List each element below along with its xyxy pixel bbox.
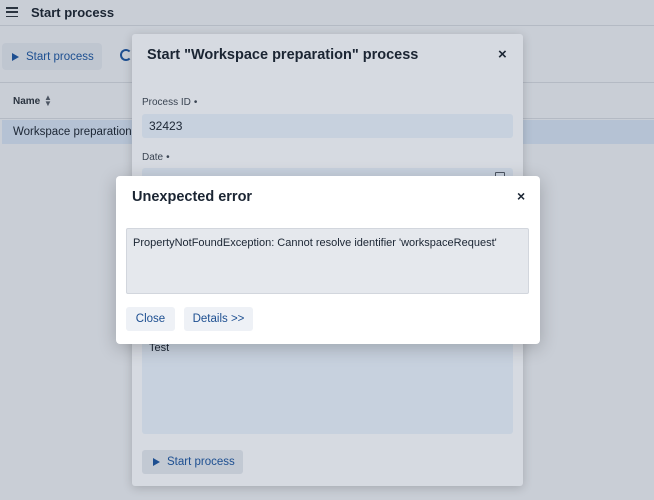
error-close-icon[interactable]: × bbox=[517, 188, 525, 204]
details-button[interactable]: Details >> bbox=[184, 307, 253, 331]
hamburger-icon[interactable] bbox=[6, 7, 18, 18]
refresh-icon[interactable] bbox=[120, 49, 132, 61]
error-dialog: Unexpected error × PropertyNotFoundExcep… bbox=[116, 176, 540, 344]
error-title: Unexpected error bbox=[132, 189, 253, 205]
top-bar: Start process bbox=[0, 0, 654, 26]
dialog-title: Start "Workspace preparation" process bbox=[147, 47, 419, 63]
start-process-button[interactable]: Start process bbox=[2, 43, 102, 70]
date-label: Date • bbox=[142, 152, 170, 163]
process-id-input[interactable]: 32423 bbox=[142, 114, 513, 138]
column-header-name[interactable]: Name bbox=[13, 96, 40, 107]
process-id-label: Process ID • bbox=[142, 97, 198, 108]
row-name: Workspace preparation bbox=[13, 126, 132, 138]
error-message: PropertyNotFoundException: Cannot resolv… bbox=[126, 228, 529, 294]
play-icon bbox=[12, 52, 19, 61]
required-marker: • bbox=[166, 152, 170, 163]
start-process-label: Start process bbox=[26, 50, 94, 63]
sort-icon[interactable]: ▲ ▼ bbox=[44, 94, 52, 108]
required-marker: • bbox=[193, 97, 198, 108]
dialog-close-icon[interactable]: × bbox=[498, 46, 507, 63]
page-title: Start process bbox=[31, 5, 115, 20]
dialog-start-label: Start process bbox=[167, 456, 235, 468]
close-button[interactable]: Close bbox=[126, 307, 175, 331]
dialog-start-process-button[interactable]: Start process bbox=[142, 450, 243, 474]
play-icon bbox=[153, 458, 160, 466]
